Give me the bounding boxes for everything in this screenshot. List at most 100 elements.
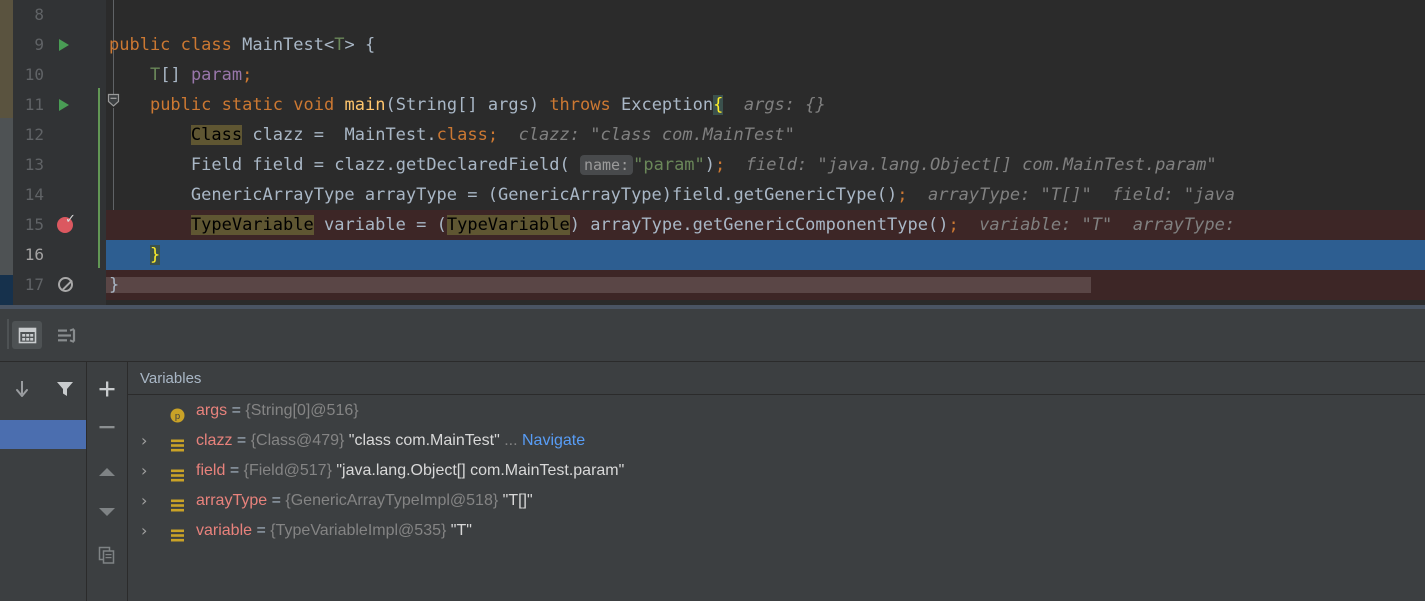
variable-row-field[interactable]: › field = {Field@517} "java.lang.Object[… <box>128 456 1425 486</box>
token-method-call: getDeclaredField <box>395 155 560 175</box>
line-number: 10 <box>24 65 44 84</box>
toolbar-drag-handle[interactable] <box>7 319 9 349</box>
token-semicolon: ; <box>715 155 726 175</box>
token-receiver: arrayType <box>590 215 683 235</box>
token-receiver: field <box>672 185 724 205</box>
variables-column[interactable]: Variables p args = {String[0]@516} › cla… <box>128 362 1425 601</box>
chevron-right-icon[interactable]: › <box>141 486 147 516</box>
token-brackets: [] <box>160 65 181 85</box>
line-number: 13 <box>24 155 44 174</box>
arrow-down-icon <box>15 380 28 397</box>
plus-icon <box>99 381 115 397</box>
token-parens: () <box>876 185 898 205</box>
variable-value: "T[]" <box>502 492 533 509</box>
variable-row-arraytype[interactable]: › arrayType = {GenericArrayTypeImpl@518}… <box>128 486 1425 516</box>
variable-type: {String[0]@516} <box>245 402 359 419</box>
token-method-call: getGenericComponentType <box>692 215 928 235</box>
variable-equals: = <box>271 492 281 509</box>
code-editor[interactable]: 8 9 10 11 12 13 14 15 16 17 ✓ public cla… <box>0 0 1425 305</box>
variable-row-variable[interactable]: › variable = {TypeVariableImpl@535} "T" <box>128 516 1425 546</box>
triangle-down-icon <box>99 508 115 516</box>
code-line-13[interactable]: Field field = clazz.getDeclaredField( na… <box>106 150 1425 180</box>
svg-text:p: p <box>175 411 180 422</box>
chevron-right-icon[interactable]: › <box>141 516 147 546</box>
token-equals: = <box>416 215 427 235</box>
variable-equals: = <box>229 462 240 479</box>
debugger-body: Variables p args = {String[0]@516} › cla… <box>0 362 1425 601</box>
code-line-8[interactable] <box>106 0 1425 30</box>
run-gutter-icon[interactable] <box>59 99 69 111</box>
token-method-name: main <box>344 95 386 115</box>
token-dot: . <box>426 125 437 145</box>
variable-ellipsis: ... <box>504 432 518 449</box>
code-line-15[interactable]: TypeVariable variable = (TypeVariable) a… <box>106 210 1425 240</box>
variable-name: args <box>196 402 228 419</box>
move-down-button[interactable] <box>87 497 127 527</box>
table-view-button[interactable] <box>12 321 42 349</box>
inline-debug-hint: clazz: "class com.MainTest" <box>518 125 795 145</box>
token-class-ref: MainTest <box>344 125 427 145</box>
vcs-change-bar <box>98 88 100 268</box>
selected-frame-row[interactable] <box>0 420 86 449</box>
variable-text: clazz = {Class@479} "class com.MainTest"… <box>128 426 585 456</box>
run-gutter-icon[interactable] <box>59 39 69 51</box>
code-text-area[interactable]: public class MainTest<T> { T[] param; pu… <box>106 0 1425 305</box>
frames-toolbar[interactable] <box>0 362 86 421</box>
debugger-toolbar[interactable] <box>0 309 1425 362</box>
step-down-button[interactable] <box>11 378 33 405</box>
token-class-name: MainTest <box>242 35 324 55</box>
token-exception-type: Exception <box>620 95 714 115</box>
token-cast: (GenericArrayType) <box>487 185 673 205</box>
filter-button[interactable] <box>54 378 76 405</box>
navigate-link[interactable]: Navigate <box>522 432 585 449</box>
token-angle-open: < <box>324 35 335 55</box>
add-watch-button[interactable] <box>87 374 127 404</box>
code-line-17[interactable]: } <box>106 270 1425 300</box>
remove-watch-button[interactable] <box>87 412 127 442</box>
line-number: 9 <box>34 35 44 54</box>
code-line-9[interactable]: public class MainTest<T> { <box>106 30 1425 60</box>
token-brackets: [] <box>457 95 478 115</box>
frames-column[interactable] <box>0 362 87 601</box>
copy-icon <box>98 546 115 564</box>
code-line-16[interactable]: } <box>106 240 1425 270</box>
value-stack-icon <box>170 494 185 512</box>
code-line-12[interactable]: Class clazz = MainTest.class; clazz: "cl… <box>106 120 1425 150</box>
variable-row-clazz[interactable]: › clazz = {Class@479} "class com.MainTes… <box>128 426 1425 456</box>
group-by-button[interactable] <box>52 321 82 349</box>
variables-list[interactable]: p args = {String[0]@516} › clazz = {Clas… <box>128 396 1425 601</box>
code-line-10[interactable]: T[] param; <box>106 60 1425 90</box>
code-line-14[interactable]: GenericArrayType arrayType = (GenericArr… <box>106 180 1425 210</box>
token-paren: ) <box>528 95 540 115</box>
token-semicolon: ; <box>948 215 959 235</box>
variable-row-args[interactable]: p args = {String[0]@516} <box>128 396 1425 426</box>
token-dot: . <box>682 215 693 235</box>
token-paren: ( <box>559 155 570 175</box>
token-parameter: args <box>487 95 529 115</box>
move-up-button[interactable] <box>87 457 127 487</box>
no-entry-icon[interactable] <box>58 277 73 292</box>
token-equals: = <box>313 125 325 145</box>
watches-toolbar-column[interactable] <box>87 362 128 601</box>
token-paren: ( <box>436 215 447 235</box>
token-semicolon: ; <box>897 185 908 205</box>
variable-name: variable <box>196 522 253 539</box>
chevron-right-icon[interactable]: › <box>141 456 147 486</box>
token-dot: . <box>385 155 396 175</box>
inline-debug-hint: args: {} <box>743 95 826 115</box>
chevron-right-icon[interactable]: › <box>141 426 147 456</box>
token-semicolon: ; <box>242 65 253 85</box>
token-brace: { <box>365 35 376 55</box>
line-number-current: 16 <box>24 245 44 264</box>
editor-gutter[interactable]: 8 9 10 11 12 13 14 15 16 17 ✓ <box>13 0 120 305</box>
token-receiver: clazz <box>334 155 386 175</box>
parameter-p-icon: p <box>170 404 185 423</box>
triangle-up-icon <box>99 468 115 476</box>
copy-value-button[interactable] <box>87 540 127 570</box>
line-number: 12 <box>24 125 44 144</box>
token-cast-type-highlighted: TypeVariable <box>446 215 570 235</box>
code-line-11[interactable]: public static void main(String[] args) t… <box>106 90 1425 120</box>
token-paren: ) <box>704 155 716 175</box>
debugger-panel: Variables p args = {String[0]@516} › cla… <box>0 305 1425 601</box>
variable-type: {Class@479} <box>250 432 345 449</box>
